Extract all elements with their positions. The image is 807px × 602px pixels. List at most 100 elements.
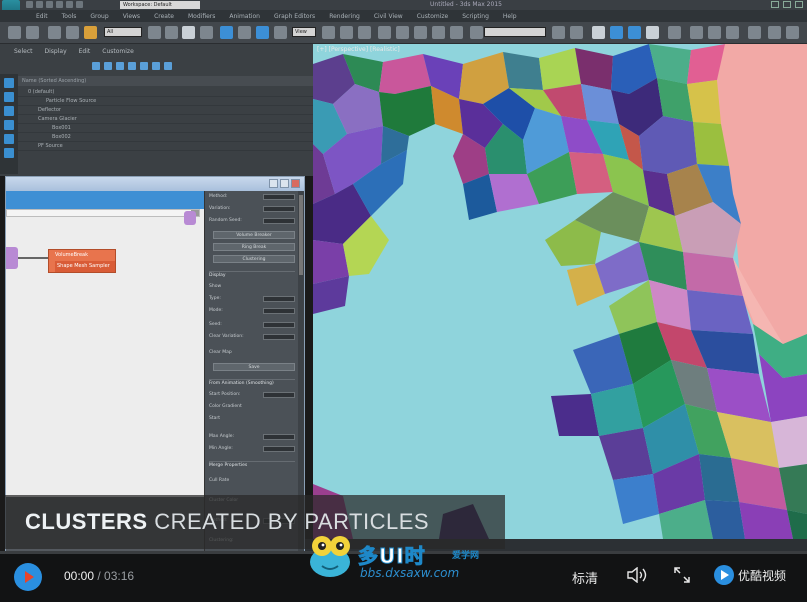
clear-variation-spinner[interactable] [263,334,295,340]
curve-editor-icon[interactable] [628,26,641,39]
clustering-button[interactable]: Clustering [213,255,295,263]
mirror-icon[interactable] [552,26,565,39]
explorer-menu-edit[interactable]: Edit [79,48,91,55]
bind-space-warp-icon[interactable] [84,26,97,39]
cameras-icon[interactable] [140,62,148,70]
list-item[interactable]: Particle Flow Source [18,97,313,106]
event-node-left[interactable] [6,247,18,269]
close-icon[interactable] [291,179,300,188]
angle-snap-icon[interactable] [396,26,409,39]
section-merge[interactable]: Merge Properties [209,461,295,469]
filter-icon[interactable] [92,62,100,70]
start-position-spinner[interactable] [263,392,295,398]
list-item[interactable]: Box001 [18,124,313,133]
menu-tools[interactable]: Tools [62,13,77,20]
hierarchy-icon[interactable] [4,92,14,102]
undo-icon[interactable] [8,26,21,39]
save-button[interactable]: Save [213,363,295,371]
explorer-menu-customize[interactable]: Customize [102,48,134,55]
move-icon[interactable] [220,26,233,39]
viewport-label[interactable]: [+] [Perspective] [Realistic] [317,46,400,53]
spacewarps-icon[interactable] [164,62,172,70]
list-item[interactable]: Deflector [18,106,313,115]
menu-group[interactable]: Group [90,13,108,20]
schematic-view-icon[interactable] [646,26,659,39]
list-item[interactable]: 0 (default) [18,88,313,97]
lights-icon[interactable] [128,62,136,70]
project-icon[interactable] [76,1,83,8]
fullscreen-icon[interactable] [673,566,691,584]
close-icon[interactable] [795,1,803,8]
param-row[interactable]: Cull Rate [209,477,295,485]
keyboard-shortcut-icon[interactable] [358,26,371,39]
redo-icon[interactable] [66,1,73,8]
ref-coord-dropdown[interactable]: View [292,27,316,37]
render-production-icon[interactable] [726,26,739,39]
variation-spinner[interactable] [263,206,295,212]
new-icon[interactable] [26,1,33,8]
menu-scripting[interactable]: Scripting [462,13,489,20]
open-icon[interactable] [36,1,43,8]
sort-icon[interactable] [4,78,14,88]
volume-icon[interactable] [626,567,650,583]
method-dropdown[interactable] [263,194,295,200]
min-angle-spinner[interactable] [263,446,295,452]
rendered-frame-icon[interactable] [708,26,721,39]
undo-icon[interactable] [56,1,63,8]
list-item[interactable]: PF Source [18,142,313,151]
percent-snap-icon[interactable] [414,26,427,39]
save-icon[interactable] [46,1,53,8]
align-icon[interactable] [570,26,583,39]
menu-customize[interactable]: Customize [417,13,449,20]
particle-view-titlebar[interactable] [6,177,304,191]
scroll-thumb[interactable] [299,195,303,275]
layer-icon[interactable] [4,106,14,116]
freeze-icon[interactable] [4,120,14,130]
menu-civil-view[interactable]: Civil View [374,13,403,20]
rotate-icon[interactable] [238,26,251,39]
geometry-icon[interactable] [116,62,124,70]
list-item[interactable]: Box002 [18,133,313,142]
volume-break-node[interactable]: VolumeBreak Shape Mesh Sampler [48,249,116,273]
list-item[interactable]: Camera Glacier [18,115,313,124]
volume-breaker-button[interactable]: Volume Breaker [213,231,295,239]
link-icon[interactable] [48,26,61,39]
find-icon[interactable] [4,148,14,158]
menu-rendering[interactable]: Rendering [329,13,360,20]
random-seed-spinner[interactable] [263,218,295,224]
ring-break-button[interactable]: Ring Break [213,243,295,251]
max-angle-spinner[interactable] [263,434,295,440]
named-selection-dropdown[interactable] [484,27,546,37]
explorer-menu-select[interactable]: Select [14,48,33,55]
minimize-icon[interactable] [771,1,779,8]
minimize-icon[interactable] [269,179,278,188]
clear-map-checkbox[interactable]: Clear Map [209,349,295,357]
event-node-right[interactable] [184,211,196,225]
explorer-menu-display[interactable]: Display [45,48,67,55]
selection-filter-dropdown[interactable]: All [104,27,142,37]
menu-edit[interactable]: Edit [36,13,48,20]
maximize-icon[interactable] [280,179,289,188]
select-by-name-icon[interactable] [165,26,178,39]
type-dropdown[interactable] [263,296,295,302]
render-activeshade-icon[interactable] [768,26,781,39]
seed-spinner[interactable] [263,322,295,328]
display-icon[interactable] [104,62,112,70]
window-crossing-icon[interactable] [200,26,213,39]
render-iterative-icon[interactable] [748,26,761,39]
edit-named-selection-icon[interactable] [450,26,463,39]
canvas-scrollbar[interactable] [6,209,200,217]
menu-animation[interactable]: Animation [229,13,260,20]
section-animation[interactable]: From Animation (Smoothing) [209,379,295,387]
menu-modifiers[interactable]: Modifiers [188,13,215,20]
rectangle-selection-icon[interactable] [182,26,195,39]
explorer-column-header[interactable]: Name (Sorted Ascending) [18,76,313,86]
particle-flow-canvas[interactable]: VolumeBreak Shape Mesh Sampler [6,191,204,497]
menu-graph-editors[interactable]: Graph Editors [274,13,315,20]
render-setup-icon[interactable] [690,26,703,39]
helpers-icon[interactable] [152,62,160,70]
scale-icon[interactable] [256,26,269,39]
hide-icon[interactable] [4,134,14,144]
spinner-snap-icon[interactable] [432,26,445,39]
layer-explorer-icon[interactable] [592,26,605,39]
